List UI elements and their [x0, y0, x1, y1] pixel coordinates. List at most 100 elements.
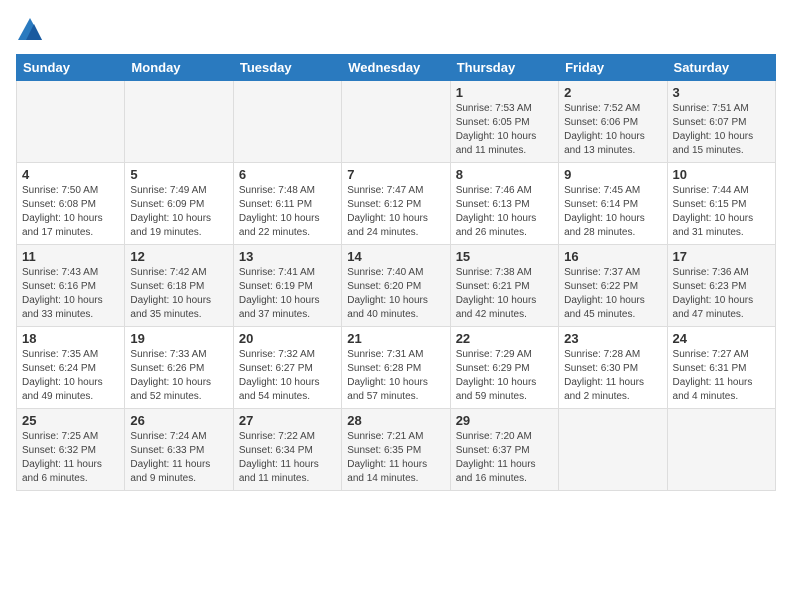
calendar-cell: 25Sunrise: 7:25 AM Sunset: 6:32 PM Dayli…	[17, 409, 125, 491]
day-number: 14	[347, 249, 444, 264]
calendar-cell: 14 Sunrise: 7:40 AM Sunset: 6:20 PM Dayli…	[342, 245, 450, 327]
day-number: 2	[564, 85, 661, 100]
day-number: 19	[130, 331, 227, 346]
calendar-cell: 13 Sunrise: 7:41 AM Sunset: 6:19 PM Dayli…	[233, 245, 341, 327]
col-header-saturday: Saturday	[667, 55, 775, 81]
day-number: 11	[22, 249, 119, 264]
calendar-cell	[233, 81, 341, 163]
header-row: SundayMondayTuesdayWednesdayThursdayFrid…	[17, 55, 776, 81]
day-number: 13	[239, 249, 336, 264]
day-info: Sunrise: 7:49 AM Sunset: 6:09 PM Dayligh…	[130, 184, 227, 240]
calendar-cell: 15 Sunrise: 7:38 AM Sunset: 6:21 PM Dayli…	[450, 245, 558, 327]
day-number: 4	[22, 167, 119, 182]
day-info: Sunrise: 7:29 AM Sunset: 6:29 PM Dayligh…	[456, 348, 553, 404]
calendar-table: SundayMondayTuesdayWednesdayThursdayFrid…	[16, 54, 776, 491]
col-header-monday: Monday	[125, 55, 233, 81]
day-number: 17	[673, 249, 770, 264]
calendar-cell: 4 Sunrise: 7:50 AM Sunset: 6:08 PM Daylig…	[17, 163, 125, 245]
calendar-cell: 19 Sunrise: 7:33 AM Sunset: 6:26 PM Dayli…	[125, 327, 233, 409]
day-number: 5	[130, 167, 227, 182]
day-info: Sunrise: 7:46 AM Sunset: 6:13 PM Dayligh…	[456, 184, 553, 240]
calendar-cell: 17 Sunrise: 7:36 AM Sunset: 6:23 PM Dayli…	[667, 245, 775, 327]
calendar-cell: 2 Sunrise: 7:52 AM Sunset: 6:06 PM Daylig…	[559, 81, 667, 163]
day-number: 26	[130, 413, 227, 428]
calendar-cell: 28 Sunrise: 7:21 AM Sunset: 6:35 PM Dayli…	[342, 409, 450, 491]
day-info: Sunrise: 7:53 AM Sunset: 6:05 PM Dayligh…	[456, 102, 553, 158]
calendar-cell: 1 Sunrise: 7:53 AM Sunset: 6:05 PM Daylig…	[450, 81, 558, 163]
day-info: Sunrise: 7:42 AM Sunset: 6:18 PM Dayligh…	[130, 266, 227, 322]
calendar-cell: 18Sunrise: 7:35 AM Sunset: 6:24 PM Dayli…	[17, 327, 125, 409]
day-info: Sunrise: 7:40 AM Sunset: 6:20 PM Dayligh…	[347, 266, 444, 322]
day-number: 20	[239, 331, 336, 346]
day-number: 3	[673, 85, 770, 100]
day-info: Sunrise: 7:44 AM Sunset: 6:15 PM Dayligh…	[673, 184, 770, 240]
day-number: 8	[456, 167, 553, 182]
col-header-friday: Friday	[559, 55, 667, 81]
day-number: 29	[456, 413, 553, 428]
day-info: Sunrise: 7:51 AM Sunset: 6:07 PM Dayligh…	[673, 102, 770, 158]
calendar-cell: 8 Sunrise: 7:46 AM Sunset: 6:13 PM Daylig…	[450, 163, 558, 245]
logo-icon	[16, 16, 44, 44]
logo	[16, 16, 48, 44]
day-number: 16	[564, 249, 661, 264]
calendar-cell: 7 Sunrise: 7:47 AM Sunset: 6:12 PM Daylig…	[342, 163, 450, 245]
calendar-cell	[667, 409, 775, 491]
day-number: 1	[456, 85, 553, 100]
week-row-1: 4 Sunrise: 7:50 AM Sunset: 6:08 PM Daylig…	[17, 163, 776, 245]
day-number: 23	[564, 331, 661, 346]
calendar-cell	[125, 81, 233, 163]
day-number: 24	[673, 331, 770, 346]
day-info: Sunrise: 7:52 AM Sunset: 6:06 PM Dayligh…	[564, 102, 661, 158]
day-info: Sunrise: 7:31 AM Sunset: 6:28 PM Dayligh…	[347, 348, 444, 404]
day-number: 15	[456, 249, 553, 264]
col-header-tuesday: Tuesday	[233, 55, 341, 81]
day-number: 10	[673, 167, 770, 182]
day-number: 7	[347, 167, 444, 182]
day-info: Sunrise: 7:37 AM Sunset: 6:22 PM Dayligh…	[564, 266, 661, 322]
calendar-cell	[342, 81, 450, 163]
col-header-sunday: Sunday	[17, 55, 125, 81]
week-row-2: 11 Sunrise: 7:43 AM Sunset: 6:16 PM Dayli…	[17, 245, 776, 327]
day-info: Sunrise: 7:43 AM Sunset: 6:16 PM Dayligh…	[22, 266, 119, 322]
day-number: 12	[130, 249, 227, 264]
calendar-cell: 23 Sunrise: 7:28 AM Sunset: 6:30 PM Dayli…	[559, 327, 667, 409]
day-info: Sunrise: 7:38 AM Sunset: 6:21 PM Dayligh…	[456, 266, 553, 322]
calendar-cell: 20 Sunrise: 7:32 AM Sunset: 6:27 PM Dayli…	[233, 327, 341, 409]
day-info: Sunrise: 7:41 AM Sunset: 6:19 PM Dayligh…	[239, 266, 336, 322]
day-info: Sunrise: 7:35 AM Sunset: 6:24 PM Dayligh…	[22, 348, 119, 404]
calendar-cell: 24 Sunrise: 7:27 AM Sunset: 6:31 PM Dayli…	[667, 327, 775, 409]
day-info: Sunrise: 7:36 AM Sunset: 6:23 PM Dayligh…	[673, 266, 770, 322]
day-number: 27	[239, 413, 336, 428]
day-number: 21	[347, 331, 444, 346]
calendar-cell: 12 Sunrise: 7:42 AM Sunset: 6:18 PM Dayli…	[125, 245, 233, 327]
header	[16, 16, 776, 44]
day-number: 9	[564, 167, 661, 182]
week-row-4: 25Sunrise: 7:25 AM Sunset: 6:32 PM Dayli…	[17, 409, 776, 491]
calendar-cell: 6Sunrise: 7:48 AM Sunset: 6:11 PM Daylig…	[233, 163, 341, 245]
day-info: Sunrise: 7:22 AM Sunset: 6:34 PM Dayligh…	[239, 430, 336, 486]
page: SundayMondayTuesdayWednesdayThursdayFrid…	[0, 0, 792, 499]
day-info: Sunrise: 7:33 AM Sunset: 6:26 PM Dayligh…	[130, 348, 227, 404]
calendar-cell: 29 Sunrise: 7:20 AM Sunset: 6:37 PM Dayli…	[450, 409, 558, 491]
calendar-cell: 27 Sunrise: 7:22 AM Sunset: 6:34 PM Dayli…	[233, 409, 341, 491]
col-header-wednesday: Wednesday	[342, 55, 450, 81]
day-number: 6	[239, 167, 336, 182]
day-info: Sunrise: 7:47 AM Sunset: 6:12 PM Dayligh…	[347, 184, 444, 240]
day-number: 28	[347, 413, 444, 428]
week-row-3: 18Sunrise: 7:35 AM Sunset: 6:24 PM Dayli…	[17, 327, 776, 409]
day-info: Sunrise: 7:50 AM Sunset: 6:08 PM Dayligh…	[22, 184, 119, 240]
day-info: Sunrise: 7:20 AM Sunset: 6:37 PM Dayligh…	[456, 430, 553, 486]
calendar-cell: 22 Sunrise: 7:29 AM Sunset: 6:29 PM Dayli…	[450, 327, 558, 409]
calendar-cell: 3 Sunrise: 7:51 AM Sunset: 6:07 PM Daylig…	[667, 81, 775, 163]
day-info: Sunrise: 7:28 AM Sunset: 6:30 PM Dayligh…	[564, 348, 661, 404]
calendar-cell: 21 Sunrise: 7:31 AM Sunset: 6:28 PM Dayli…	[342, 327, 450, 409]
day-info: Sunrise: 7:27 AM Sunset: 6:31 PM Dayligh…	[673, 348, 770, 404]
day-number: 22	[456, 331, 553, 346]
week-row-0: 1 Sunrise: 7:53 AM Sunset: 6:05 PM Daylig…	[17, 81, 776, 163]
calendar-cell: 9Sunrise: 7:45 AM Sunset: 6:14 PM Daylig…	[559, 163, 667, 245]
day-info: Sunrise: 7:32 AM Sunset: 6:27 PM Dayligh…	[239, 348, 336, 404]
calendar-cell: 10 Sunrise: 7:44 AM Sunset: 6:15 PM Dayli…	[667, 163, 775, 245]
day-info: Sunrise: 7:21 AM Sunset: 6:35 PM Dayligh…	[347, 430, 444, 486]
calendar-cell: 16 Sunrise: 7:37 AM Sunset: 6:22 PM Dayli…	[559, 245, 667, 327]
calendar-cell	[559, 409, 667, 491]
